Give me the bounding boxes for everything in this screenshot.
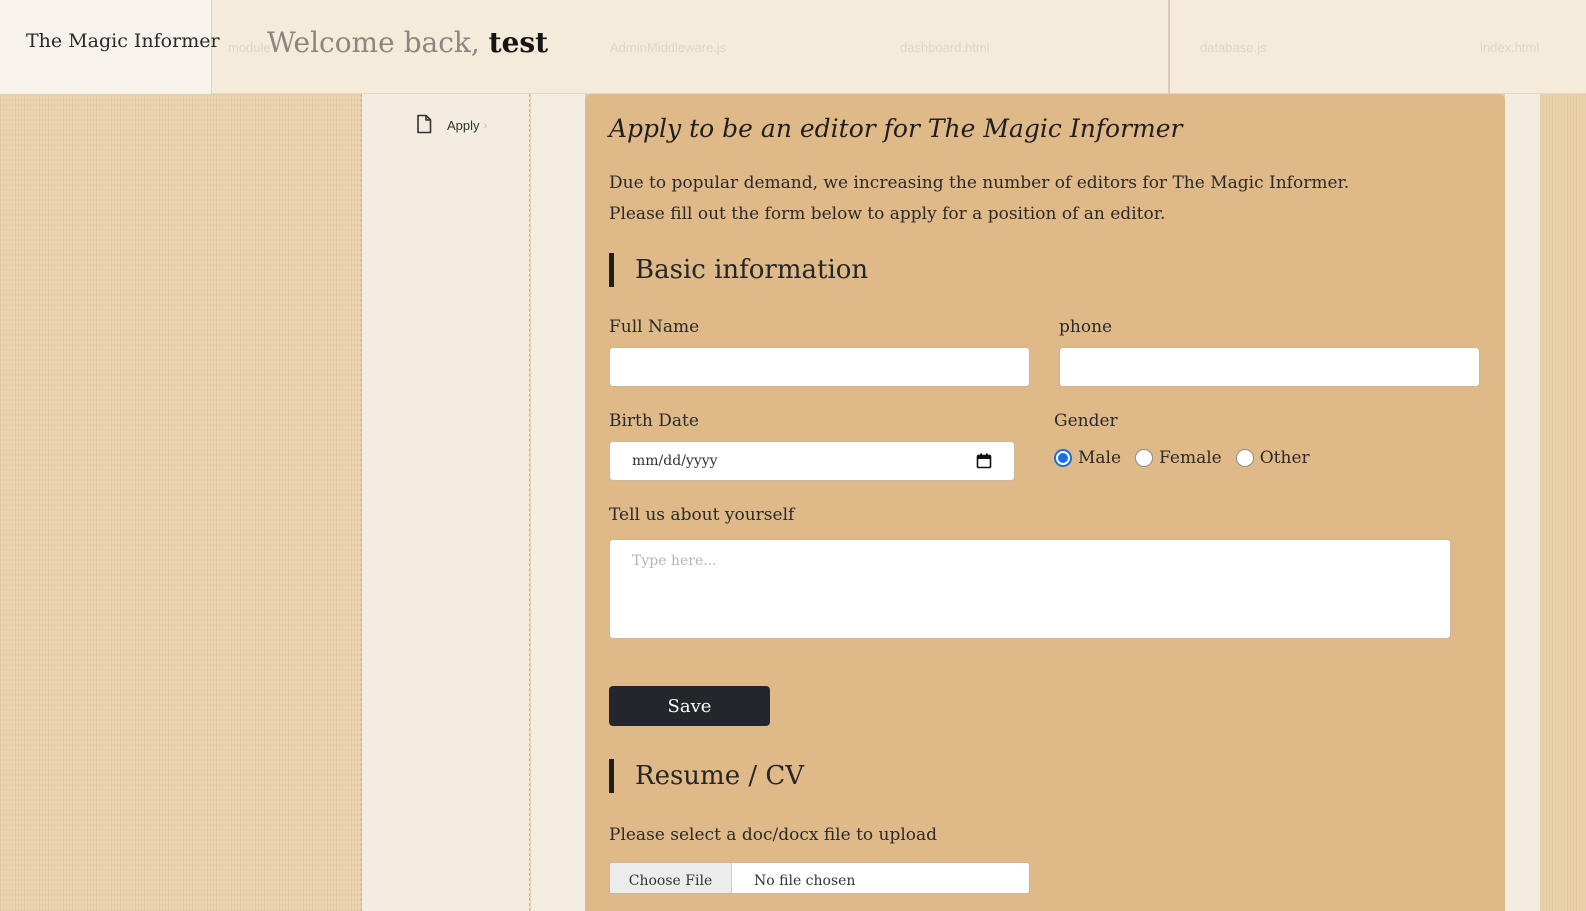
intro-line-1: Due to popular demand, we increasing the… [609,173,1350,193]
header-divider [1168,0,1170,94]
gender-option-label: Male [1078,448,1122,468]
full-name-input[interactable] [609,347,1030,387]
brand-title[interactable]: The Magic Informer [26,30,220,52]
choose-file-button[interactable]: Choose File [610,863,732,893]
file-status: No file chosen [754,873,856,889]
gender-option-female[interactable]: Female [1135,448,1222,468]
gender-radio-group: Male Female Other [1054,448,1324,468]
about-label: Tell us about yourself [609,505,795,525]
background-ghost-text: AdminMiddleware.js [610,40,727,55]
radio-button-checked[interactable] [1054,449,1072,467]
intro-line-2: Please fill out the form below to apply … [609,204,1166,224]
about-textarea[interactable]: Type here... [609,539,1451,639]
brand-box: The Magic Informer [0,0,220,94]
birth-date-input[interactable]: mm/dd/yyyy [609,441,1015,481]
document-icon [415,114,433,137]
background-ghost-text: index.html [1480,40,1540,55]
background-ghost-text: module [228,40,271,55]
right-strip [1505,94,1540,911]
chevron-right-icon: › [483,119,488,132]
section-heading-resume: Resume / CV [609,759,804,793]
content-gutter [531,94,585,911]
full-name-label: Full Name [609,317,700,337]
phone-label: phone [1059,317,1113,337]
username: test [488,26,549,59]
file-upload-label: Please select a doc/docx file to upload [609,825,938,845]
intro-text: Due to popular demand, we increasing the… [609,168,1349,230]
gender-option-other[interactable]: Other [1235,448,1310,468]
gender-option-label: Female [1159,448,1222,468]
background-paper-left [0,94,362,911]
phone-input[interactable] [1059,347,1480,387]
gender-label: Gender [1054,411,1118,431]
gender-option-label: Other [1259,448,1310,468]
radio-button[interactable] [1135,449,1154,467]
sidebar [362,94,530,911]
file-upload-input[interactable]: Choose File No file chosen [609,862,1030,894]
background-ghost-text: dashboard.html [900,40,990,55]
gender-option-male[interactable]: Male [1054,448,1121,468]
background-paper-right [1540,94,1586,911]
save-button[interactable]: Save [609,686,770,726]
welcome-message: Welcome back, test [267,26,548,59]
calendar-icon[interactable] [976,453,992,469]
page-title: Apply to be an editor for The Magic Info… [609,114,1183,143]
background-ghost-text: database.js [1200,40,1267,55]
birth-date-label: Birth Date [609,411,699,431]
sidebar-item-apply[interactable]: Apply › [415,114,487,137]
sidebar-item-label: Apply [447,118,480,133]
section-heading-basic-information: Basic information [609,253,868,287]
birth-date-placeholder: mm/dd/yyyy [632,453,718,469]
apply-form-card: Apply to be an editor for The Magic Info… [585,94,1505,911]
top-header: module AdminMiddleware.js dashboard.html… [0,0,1586,94]
radio-button[interactable] [1235,449,1254,467]
welcome-prefix: Welcome back, [267,26,480,59]
